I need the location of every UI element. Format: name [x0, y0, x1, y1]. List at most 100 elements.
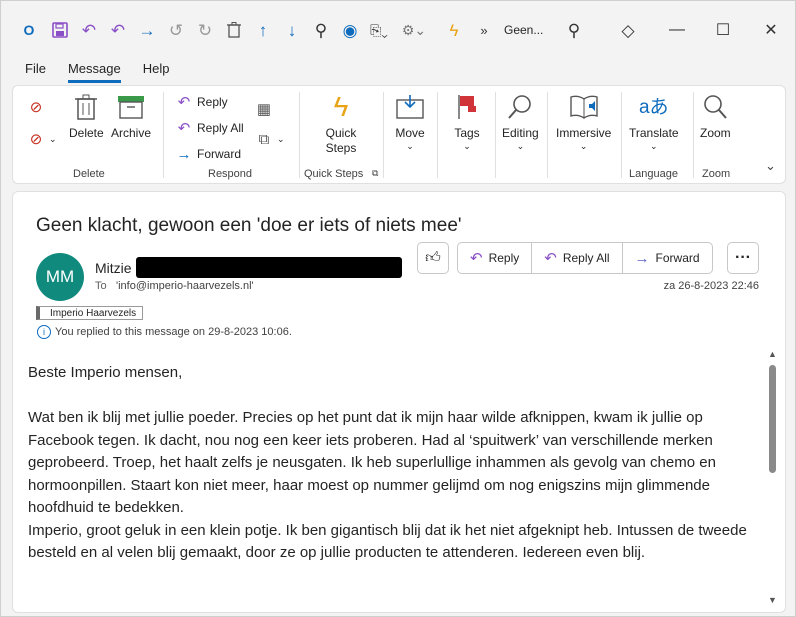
like-button[interactable]: 👍︎ — [417, 242, 449, 274]
delete-icon[interactable] — [223, 19, 245, 41]
collapse-ribbon-icon[interactable]: ⌄ — [765, 158, 776, 174]
meeting-button[interactable]: ▦ — [255, 100, 273, 118]
title-bar: O ↶ ↶ → ↺ ↻ ↑ ↓ ⚲ ◉ ⎘⌄ ⚙⌄ ϟ » Geen... ⚲ … — [1, 1, 796, 59]
info-icon: i — [37, 325, 51, 339]
dialog-launcher-icon[interactable]: ⧉ — [372, 168, 378, 179]
move-folder-icon — [395, 92, 425, 122]
chevron-down-icon: ⌄ — [406, 141, 414, 151]
undo-all-icon[interactable]: ↶ — [107, 19, 129, 41]
zoom-button[interactable]: Zoom — [700, 92, 731, 141]
editing-button[interactable]: Editing ⌄ — [502, 92, 539, 152]
search-icon[interactable]: ⚲ — [310, 19, 332, 41]
reply-icon: ↶ — [177, 93, 191, 111]
calendar-icon: ▦ — [256, 100, 272, 118]
category-tag[interactable]: Imperio Haarvezels — [36, 306, 144, 320]
forward-icon: → — [176, 145, 192, 163]
body-paragraph: Imperio, groot geluk in een klein potje.… — [28, 521, 747, 562]
chevron-down-icon: ⌄ — [650, 141, 658, 151]
magnifier-icon — [505, 92, 535, 122]
scroll-up-icon[interactable]: ▲ — [768, 349, 777, 359]
lightning-icon[interactable]: ϟ — [443, 19, 465, 41]
block-button[interactable]: ⊘ ⌄ — [27, 130, 57, 148]
tab-file[interactable]: File — [25, 61, 46, 83]
group-label-zoom: Zoom — [702, 168, 731, 180]
translate-button[interactable]: aあ Translate ⌄ — [629, 92, 679, 152]
tags-button[interactable]: Tags ⌄ — [452, 92, 482, 152]
quick-steps-button[interactable]: ϟ Quick Steps — [319, 92, 363, 156]
ribbon: ⊘ ⊘ ⌄ Delete Archive Delete ↶ Reply ↶ Reply… — [12, 85, 786, 184]
body-paragraph: Wat ben ik blij met jullie poeder. Preci… — [28, 409, 716, 516]
forward-button[interactable]: → Forward — [175, 145, 242, 163]
ignore-button[interactable]: ⊘ — [27, 98, 45, 116]
sender-name[interactable]: Mitzie — [95, 260, 132, 276]
ignore-icon: ⊘ — [29, 98, 43, 116]
rules-icon[interactable]: ⚙⌄ — [402, 19, 426, 41]
chevron-down-icon: ⌄ — [579, 141, 588, 151]
outlook-message-window: O ↶ ↶ → ↺ ↻ ↑ ↓ ⚲ ◉ ⎘⌄ ⚙⌄ ϟ » Geen... ⚲ … — [0, 0, 796, 617]
chevron-down-icon: ⌄ — [516, 141, 525, 151]
avatar[interactable]: MM — [36, 253, 84, 301]
ellipsis-icon: ··· — [735, 249, 751, 266]
group-label-delete: Delete — [73, 168, 105, 180]
lightning-icon: ϟ — [333, 91, 349, 122]
up-arrow-icon[interactable]: ↑ — [252, 19, 274, 41]
ribbon-separator — [383, 92, 384, 178]
scroll-down-icon[interactable]: ▼ — [768, 595, 777, 605]
search-icon[interactable]: ⚲ — [563, 19, 585, 41]
group-label-respond: Respond — [208, 168, 253, 180]
window-title: Geen... — [504, 23, 544, 37]
minimize-button[interactable]: — — [657, 19, 697, 41]
response-button-group: ↶ Reply ↶ Reply All → Forward — [457, 242, 713, 274]
reading-pane: Geen klacht, gewoon een 'doe er iets of … — [12, 191, 786, 613]
diamond-icon[interactable]: ◇ — [617, 19, 639, 41]
immersive-reader-icon — [569, 92, 599, 122]
delete-button[interactable]: Delete — [69, 92, 104, 141]
scrollbar-thumb[interactable] — [769, 365, 776, 473]
reply-button[interactable]: ↶ Reply — [175, 93, 228, 111]
trash-icon — [71, 92, 101, 122]
save-icon[interactable] — [49, 19, 71, 41]
vertical-scrollbar[interactable]: ▲ ▼ — [766, 347, 780, 607]
overflow-icon[interactable]: » — [473, 19, 495, 41]
redo-gray-icon[interactable]: ↻ — [194, 19, 216, 41]
move-to-folder-icon[interactable]: ⎘⌄ — [368, 19, 390, 41]
more-respond-button[interactable]: ⧉ ⌄ — [255, 130, 285, 148]
reply-button[interactable]: ↶ Reply — [458, 243, 533, 273]
group-label-quick-steps: Quick Steps — [304, 168, 364, 180]
tab-message[interactable]: Message — [67, 61, 121, 83]
forward-arrow-icon[interactable]: → — [136, 19, 158, 41]
to-label: To — [95, 280, 107, 292]
chevron-down-icon: ⌄ — [463, 141, 471, 151]
move-button[interactable]: Move ⌄ — [395, 92, 425, 152]
circle-icon[interactable]: ◉ — [339, 19, 361, 41]
ribbon-separator — [693, 92, 694, 178]
reply-all-button[interactable]: ↶ Reply All — [175, 119, 244, 137]
message-subject: Geen klacht, gewoon een 'doe er iets of … — [36, 215, 462, 236]
undo-icon[interactable]: ↶ — [78, 19, 100, 41]
to-recipient[interactable]: 'info@imperio-haarvezels.nl' — [116, 280, 254, 292]
immersive-button[interactable]: Immersive ⌄ — [556, 92, 611, 152]
forward-button[interactable]: → Forward — [623, 243, 712, 273]
undo-gray-icon[interactable]: ↺ — [165, 19, 187, 41]
maximize-button[interactable]: ☐ — [703, 19, 743, 41]
tab-help[interactable]: Help — [143, 61, 170, 83]
more-actions-button[interactable]: ··· — [727, 242, 759, 274]
thumbs-up-icon: 👍︎ — [425, 249, 441, 266]
group-label-language: Language — [629, 168, 678, 180]
outlook-logo-icon: O — [23, 22, 35, 38]
close-button[interactable]: ✕ — [751, 19, 791, 41]
down-arrow-icon[interactable]: ↓ — [281, 19, 303, 41]
archive-icon — [116, 92, 146, 122]
archive-button[interactable]: Archive — [111, 92, 151, 141]
ribbon-separator — [299, 92, 300, 178]
reply-all-button[interactable]: ↶ Reply All — [532, 243, 623, 273]
reply-icon: ↶ — [470, 250, 483, 267]
message-date: za 26-8-2023 22:46 — [663, 280, 759, 292]
message-body[interactable]: Beste Imperio mensen, Wat ben ik blij me… — [28, 362, 758, 587]
flag-icon — [452, 92, 482, 122]
ribbon-separator — [547, 92, 548, 178]
block-icon: ⊘ — [29, 130, 43, 148]
ribbon-separator — [495, 92, 496, 178]
info-bar: i You replied to this message on 29-8-20… — [37, 325, 292, 339]
zoom-icon — [700, 92, 730, 122]
